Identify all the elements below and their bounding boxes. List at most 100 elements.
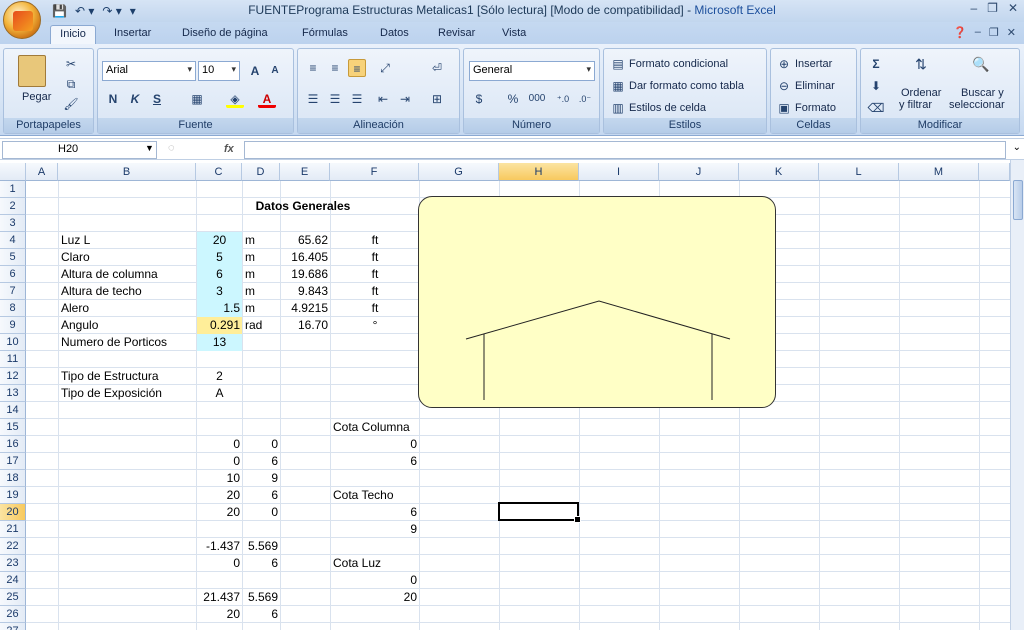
unit-cell[interactable]: m — [243, 232, 280, 249]
col-header-l[interactable]: L — [819, 163, 899, 181]
col-header-j[interactable]: J — [659, 163, 739, 181]
coord-x[interactable]: -1.437 — [197, 538, 242, 555]
row-header[interactable]: 7 — [0, 283, 26, 300]
vertical-scrollbar[interactable] — [1010, 160, 1024, 630]
accounting-format-icon[interactable]: $ — [470, 90, 488, 108]
row-header[interactable]: 14 — [0, 402, 26, 419]
col-header-c[interactable]: C — [196, 163, 242, 181]
coord-y[interactable]: 6 — [243, 606, 280, 623]
help-icon[interactable]: ❓ — [953, 26, 967, 39]
col-header-f[interactable]: F — [330, 163, 419, 181]
paste-icon[interactable] — [18, 55, 46, 87]
unit-cell[interactable]: rad — [243, 317, 280, 334]
name-box[interactable]: H20 — [2, 141, 157, 159]
unit-cell[interactable]: m — [243, 249, 280, 266]
fill-color-icon[interactable]: ◈ — [226, 90, 244, 108]
row-header[interactable]: 20 — [0, 504, 26, 521]
align-left-icon[interactable]: ☰ — [304, 90, 322, 108]
decrease-decimal-icon[interactable]: .0⁻ — [576, 90, 594, 108]
converted-value[interactable]: 4.9215 — [281, 300, 330, 317]
col-header-b[interactable]: B — [58, 163, 196, 181]
decrease-indent-icon[interactable]: ⇤ — [374, 90, 392, 108]
coord-x[interactable]: 0 — [197, 453, 242, 470]
row-header[interactable]: 12 — [0, 368, 26, 385]
row-header[interactable]: 17 — [0, 453, 26, 470]
doc-restore-icon[interactable]: ❐ — [989, 26, 999, 39]
unit-cell[interactable]: ft — [331, 300, 419, 317]
sort-filter-icon[interactable]: ⇅ — [907, 55, 935, 81]
row-header[interactable]: 18 — [0, 470, 26, 487]
scrollbar-thumb[interactable] — [1013, 180, 1023, 220]
orientation-icon[interactable]: ⤢ — [376, 59, 394, 77]
tab-datos[interactable]: Datos — [376, 25, 413, 44]
converted-value[interactable]: 19.686 — [281, 266, 330, 283]
label-altura-techo[interactable]: Altura de techo — [59, 283, 196, 300]
format-painter-icon[interactable]: 🖌 — [62, 95, 80, 113]
coord-y[interactable]: 6 — [243, 555, 280, 572]
copy-icon[interactable]: ⧉ — [62, 75, 80, 93]
value-tipo-exposicion[interactable]: A — [197, 385, 242, 402]
tab-vista[interactable]: Vista — [498, 25, 530, 44]
coord-y[interactable]: 6 — [243, 487, 280, 504]
label-tipo-estructura[interactable]: Tipo de Estructura — [59, 368, 196, 385]
row-header[interactable]: 4 — [0, 232, 26, 249]
name-box-dropdown-icon[interactable]: ▼ — [145, 143, 154, 153]
row-header[interactable]: 23 — [0, 555, 26, 572]
row-header[interactable]: 16 — [0, 436, 26, 453]
converted-value[interactable]: 16.405 — [281, 249, 330, 266]
col-header-n[interactable] — [979, 163, 1010, 181]
row-header[interactable]: 11 — [0, 351, 26, 368]
coord-y[interactable]: 6 — [243, 453, 280, 470]
align-bottom-icon[interactable]: ≡ — [348, 59, 366, 77]
increase-decimal-icon[interactable]: ⁺.0 — [554, 90, 572, 108]
cota-value[interactable]: 9 — [331, 521, 419, 538]
align-middle-icon[interactable]: ≡ — [326, 59, 344, 77]
row-header[interactable]: 6 — [0, 266, 26, 283]
autosum-icon[interactable]: Σ — [867, 55, 885, 73]
unit-cell[interactable]: m — [243, 283, 280, 300]
row-header[interactable]: 8 — [0, 300, 26, 317]
col-header-d[interactable]: D — [242, 163, 280, 181]
row-header[interactable]: 26 — [0, 606, 26, 623]
row-header[interactable]: 15 — [0, 419, 26, 436]
paste-button[interactable]: Pegar — [22, 91, 51, 103]
label-altura-columna[interactable]: Altura de columna — [59, 266, 196, 283]
percent-button[interactable]: % — [504, 90, 522, 108]
font-color-icon[interactable]: A — [258, 90, 276, 108]
select-all-corner[interactable] — [0, 163, 26, 181]
cota-techo-label[interactable]: Cota Techo — [331, 487, 419, 504]
borders-icon[interactable]: ▦ — [188, 90, 206, 108]
find-button-line1[interactable]: Buscar y — [961, 87, 1004, 99]
value-altura-columna[interactable]: 6 — [197, 266, 242, 283]
increase-indent-icon[interactable]: ⇥ — [396, 90, 414, 108]
close-icon[interactable]: ✕ — [1008, 1, 1018, 15]
value-numero-porticos[interactable]: 13 — [197, 334, 242, 351]
row-header[interactable]: 10 — [0, 334, 26, 351]
coord-x[interactable]: 0 — [197, 555, 242, 572]
coord-y[interactable]: 9 — [243, 470, 280, 487]
insert-function-icon[interactable]: fx — [224, 143, 234, 155]
cota-value[interactable]: 6 — [331, 453, 419, 470]
format-cells-button[interactable]: Formato — [795, 102, 836, 114]
cota-columna-label[interactable]: Cota Columna — [331, 419, 419, 436]
row-header[interactable]: 21 — [0, 521, 26, 538]
coord-x[interactable]: 10 — [197, 470, 242, 487]
coord-y[interactable]: 5.569 — [243, 589, 280, 606]
wrap-text-icon[interactable]: ⏎ — [428, 59, 446, 77]
selected-cell-h20[interactable] — [498, 502, 581, 523]
value-alero[interactable]: 1.5 — [197, 300, 242, 317]
italic-button[interactable]: K — [126, 90, 144, 108]
fill-icon[interactable]: ⬇ — [867, 77, 885, 95]
find-select-icon[interactable]: 🔍 — [967, 55, 995, 81]
cota-value[interactable]: 20 — [331, 589, 419, 606]
font-size-combo[interactable]: 10 — [198, 61, 240, 81]
formula-input[interactable] — [244, 141, 1006, 159]
tab-revisar[interactable]: Revisar — [434, 25, 479, 44]
label-luz[interactable]: Luz L — [59, 232, 196, 249]
value-claro[interactable]: 5 — [197, 249, 242, 266]
cota-value[interactable]: 6 — [331, 504, 419, 521]
unit-cell[interactable]: m — [243, 300, 280, 317]
row-header[interactable]: 22 — [0, 538, 26, 555]
align-center-icon[interactable]: ☰ — [326, 90, 344, 108]
value-luz[interactable]: 20 — [197, 232, 242, 249]
